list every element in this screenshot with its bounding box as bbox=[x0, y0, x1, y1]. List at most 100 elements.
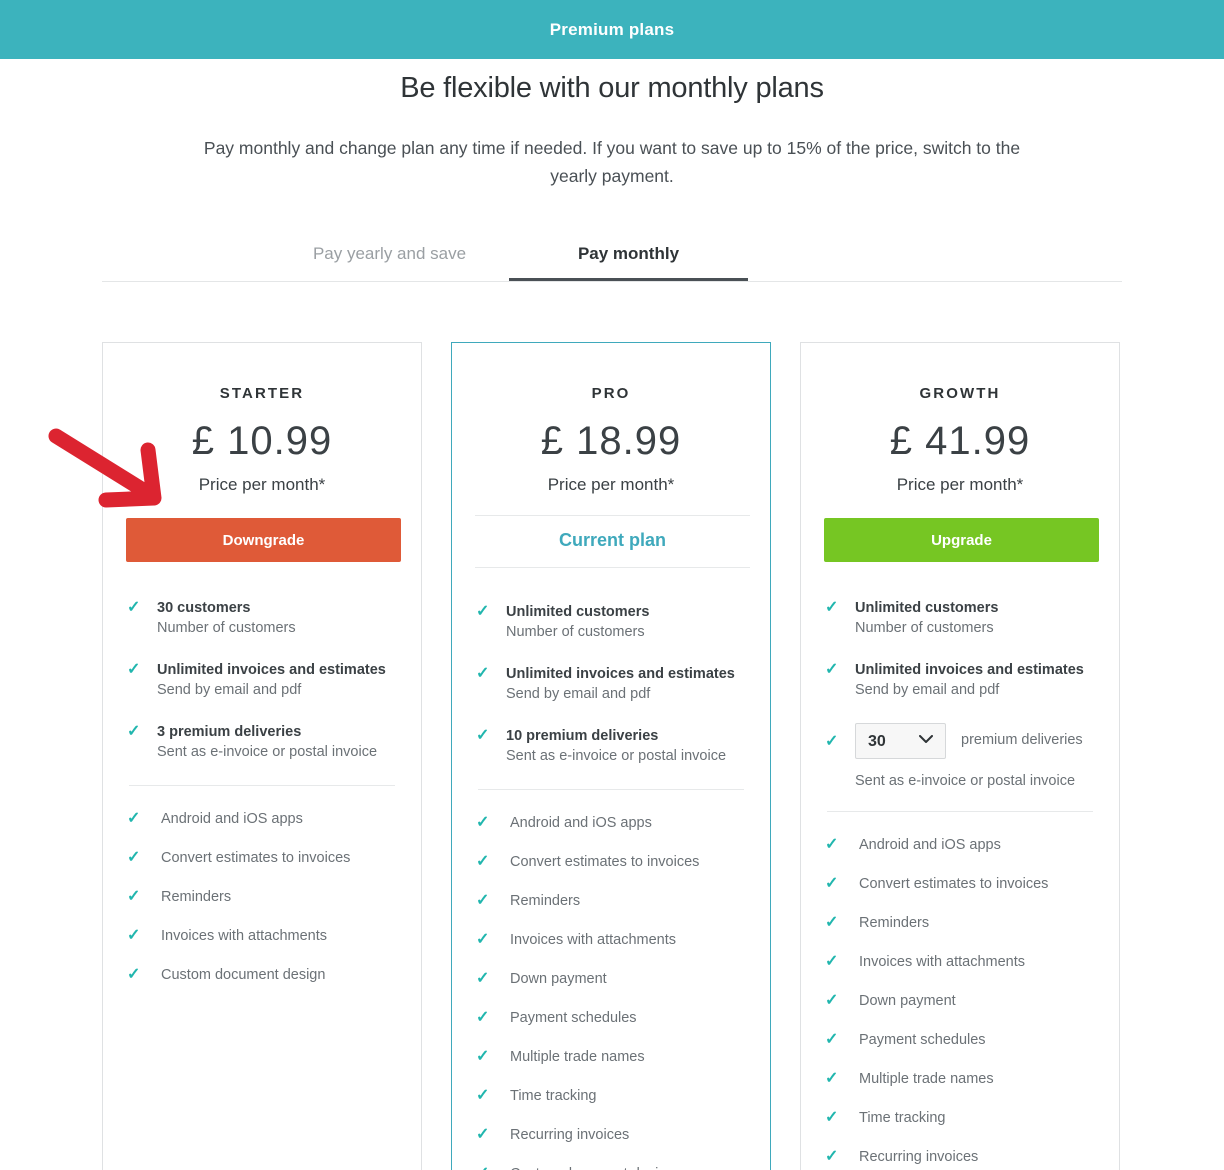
check-icon: ✓ bbox=[825, 599, 839, 616]
list-item: ✓ Time tracking bbox=[475, 1087, 747, 1105]
feature-row: ✓ Unlimited invoices and estimates Send … bbox=[126, 661, 398, 700]
feature-title: Unlimited invoices and estimates bbox=[157, 662, 386, 678]
list-item: ✓ Android and iOS apps bbox=[475, 814, 747, 832]
feature-label: Down payment bbox=[510, 971, 607, 987]
check-icon: ✓ bbox=[476, 1048, 490, 1065]
pricing-cards: STARTER £ 10.99 Price per month* Downgra… bbox=[48, 342, 1122, 1170]
list-item: ✓ Payment schedules bbox=[824, 1031, 1096, 1049]
deliveries-selector-row: ✓ 30 50 100 200 premium deliveries bbox=[824, 723, 1096, 759]
billing-period-tabs: Pay yearly and save Pay monthly bbox=[102, 244, 1122, 282]
tab-pay-yearly[interactable]: Pay yearly and save bbox=[270, 244, 509, 281]
feature-label: Invoices with attachments bbox=[510, 932, 677, 948]
check-icon: ✓ bbox=[825, 953, 839, 970]
feature-label: Time tracking bbox=[510, 1088, 597, 1104]
headline: Be flexible with our monthly plans bbox=[400, 72, 824, 104]
feature-label: Convert estimates to invoices bbox=[161, 850, 351, 866]
feature-label: Convert estimates to invoices bbox=[859, 876, 1049, 892]
check-icon: ✓ bbox=[825, 836, 839, 853]
deliveries-label: premium deliveries bbox=[961, 732, 1083, 748]
feature-title: 30 customers bbox=[157, 600, 251, 616]
feature-row: ✓ Unlimited invoices and estimates Send … bbox=[475, 665, 747, 704]
secondary-feature-list: ✓ Android and iOS apps ✓ Convert estimat… bbox=[475, 790, 747, 1170]
check-icon: ✓ bbox=[825, 914, 839, 931]
list-item: ✓ Android and iOS apps bbox=[126, 810, 398, 828]
primary-feature-list: ✓ 30 customers Number of customers ✓ Unl… bbox=[126, 562, 398, 762]
list-item: ✓ Reminders bbox=[475, 892, 747, 910]
feature-label: Android and iOS apps bbox=[510, 815, 652, 831]
list-item: ✓ Invoices with attachments bbox=[824, 953, 1096, 971]
list-item: ✓ Convert estimates to invoices bbox=[475, 853, 747, 871]
feature-row: ✓ Unlimited customers Number of customer… bbox=[824, 599, 1096, 638]
feature-label: Multiple trade names bbox=[510, 1049, 645, 1065]
plan-price: £ 18.99 bbox=[540, 419, 682, 463]
check-icon: ✓ bbox=[476, 665, 490, 682]
list-item: ✓ Invoices with attachments bbox=[126, 927, 398, 945]
feature-row: ✓ 30 customers Number of customers bbox=[126, 599, 398, 638]
feature-title: Unlimited customers bbox=[506, 604, 650, 620]
check-icon: ✓ bbox=[127, 810, 141, 827]
feature-subtitle: Send by email and pdf bbox=[157, 682, 302, 698]
plan-card-starter[interactable]: STARTER £ 10.99 Price per month* Downgra… bbox=[102, 342, 422, 1170]
check-icon: ✓ bbox=[825, 1148, 839, 1165]
plan-period-note: Price per month* bbox=[198, 475, 326, 494]
list-item: ✓ Custom document design bbox=[126, 966, 398, 984]
feature-subtitle: Send by email and pdf bbox=[855, 682, 1000, 698]
premium-deliveries-select[interactable]: 30 50 100 200 bbox=[855, 723, 946, 759]
check-icon: ✓ bbox=[476, 603, 490, 620]
current-plan-label: Current plan bbox=[475, 515, 750, 568]
secondary-feature-list: ✓ Android and iOS apps ✓ Convert estimat… bbox=[824, 812, 1096, 1166]
check-icon: ✓ bbox=[127, 849, 141, 866]
check-icon: ✓ bbox=[476, 970, 490, 987]
upgrade-button[interactable]: Upgrade bbox=[824, 518, 1099, 562]
check-icon: ✓ bbox=[825, 1109, 839, 1126]
feature-label: Payment schedules bbox=[510, 1010, 637, 1026]
feature-subtitle: Send by email and pdf bbox=[506, 686, 651, 702]
feature-label: Android and iOS apps bbox=[859, 837, 1001, 853]
tab-pay-monthly[interactable]: Pay monthly bbox=[509, 244, 748, 281]
list-item: ✓ Android and iOS apps bbox=[824, 836, 1096, 854]
feature-label: Multiple trade names bbox=[859, 1071, 994, 1087]
list-item: ✓ Convert estimates to invoices bbox=[824, 875, 1096, 893]
feature-label: Android and iOS apps bbox=[161, 811, 303, 827]
feature-row: ✓ Unlimited invoices and estimates Send … bbox=[824, 661, 1096, 700]
deliveries-select-shell: 30 50 100 200 bbox=[855, 723, 946, 759]
list-item: ✓ Payment schedules bbox=[475, 1009, 747, 1027]
list-item: ✓ Convert estimates to invoices bbox=[126, 849, 398, 867]
feature-label: Convert estimates to invoices bbox=[510, 854, 700, 870]
list-item: ✓ Invoices with attachments bbox=[475, 931, 747, 949]
check-icon: ✓ bbox=[476, 931, 490, 948]
check-icon: ✓ bbox=[127, 661, 141, 678]
check-icon: ✓ bbox=[825, 1070, 839, 1087]
plan-card-growth[interactable]: GROWTH £ 41.99 Price per month* Upgrade … bbox=[800, 342, 1120, 1170]
feature-label: Recurring invoices bbox=[859, 1149, 979, 1165]
plan-price: £ 10.99 bbox=[191, 419, 333, 463]
plan-card-pro[interactable]: PRO £ 18.99 Price per month* Current pla… bbox=[451, 342, 771, 1170]
list-item: ✓ Multiple trade names bbox=[475, 1048, 747, 1066]
check-icon: ✓ bbox=[127, 723, 141, 740]
feature-label: Recurring invoices bbox=[510, 1127, 630, 1143]
plan-name: PRO bbox=[591, 385, 631, 402]
check-icon: ✓ bbox=[475, 1165, 510, 1170]
premium-plans-header: Premium plans bbox=[0, 0, 1224, 59]
check-icon: ✓ bbox=[127, 927, 141, 944]
plan-period-note: Price per month* bbox=[896, 475, 1024, 494]
check-icon: ✓ bbox=[476, 727, 490, 744]
check-icon: ✓ bbox=[825, 992, 839, 1009]
list-item: ✓ Time tracking bbox=[824, 1109, 1096, 1127]
feature-subtitle: Number of customers bbox=[506, 624, 645, 640]
feature-title: Unlimited invoices and estimates bbox=[506, 666, 735, 682]
feature-label: Invoices with attachments bbox=[859, 954, 1026, 970]
check-icon: ✓ bbox=[476, 1126, 490, 1143]
downgrade-button[interactable]: Downgrade bbox=[126, 518, 401, 562]
list-item: ✓ Down payment bbox=[475, 970, 747, 988]
feature-label: Custom document design bbox=[161, 967, 326, 983]
check-icon: ✓ bbox=[825, 1031, 839, 1048]
subheadline: Pay monthly and change plan any time if … bbox=[203, 138, 1021, 186]
page-title: Premium plans bbox=[549, 19, 675, 39]
check-icon: ✓ bbox=[825, 661, 839, 678]
feature-title: 3 premium deliveries bbox=[157, 724, 302, 740]
plan-name: GROWTH bbox=[919, 385, 1001, 402]
primary-feature-list: ✓ Unlimited customers Number of customer… bbox=[475, 568, 747, 766]
plan-period-note: Price per month* bbox=[547, 475, 675, 494]
secondary-feature-list: ✓ Android and iOS apps ✓ Convert estimat… bbox=[126, 786, 398, 984]
